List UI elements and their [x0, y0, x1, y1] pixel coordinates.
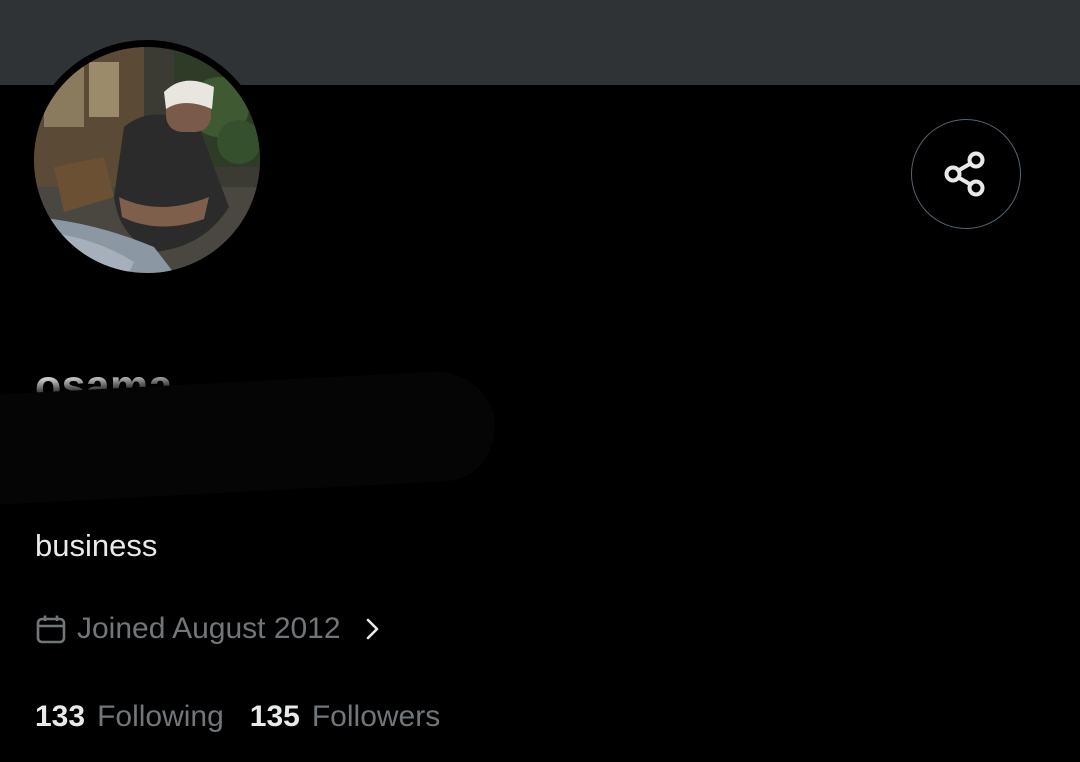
bio-text: business [35, 528, 158, 563]
avatar[interactable] [34, 47, 260, 273]
chevron-right-icon [366, 618, 378, 640]
joined-text: Joined August 2012 [77, 612, 341, 645]
followers-count: 135 [249, 700, 300, 733]
followers-link[interactable]: 135 Followers [250, 700, 440, 734]
following-label: Following [97, 700, 224, 733]
follow-stats: 133 Following 135 Followers [35, 700, 440, 734]
followers-label: Followers [311, 700, 441, 733]
share-icon [944, 151, 985, 197]
avatar-ring [27, 40, 267, 280]
following-link[interactable]: 133 Following [35, 700, 224, 734]
following-count: 133 [35, 700, 86, 733]
calendar-icon [36, 615, 66, 644]
joined-date-row[interactable]: Joined August 2012 [35, 612, 381, 646]
share-button[interactable] [911, 119, 1021, 229]
avatar-photo [34, 47, 260, 273]
